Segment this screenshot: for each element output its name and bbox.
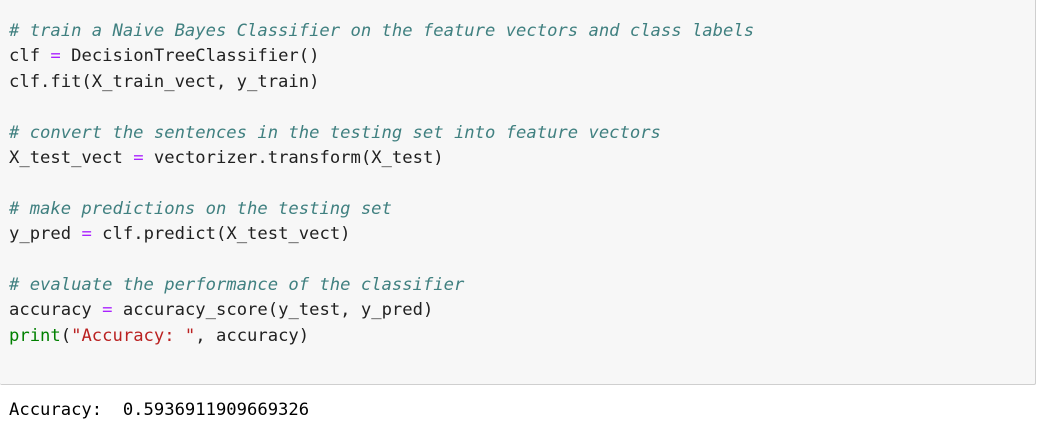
code-comment: # convert the sentences in the testing s…: [9, 122, 661, 143]
code-operator: =: [81, 224, 92, 245]
code-expression: clf.predict(X_test_vect): [102, 224, 351, 245]
code-paren: (: [60, 325, 72, 346]
code-editor[interactable]: # train a Naive Bayes Classifier on the …: [9, 19, 754, 349]
code-variable: X_test_vect: [9, 147, 123, 168]
code-args: , accuracy): [195, 325, 310, 346]
code-line: # make predictions on the testing set: [9, 197, 754, 222]
code-line: accuracy = accuracy_score(y_test, y_pred…: [9, 298, 754, 323]
code-line: print("Accuracy: ", accuracy): [9, 324, 754, 349]
code-string: "Accuracy: ": [71, 325, 196, 346]
code-operator: =: [102, 300, 113, 321]
code-expression: DecisionTreeClassifier(): [71, 46, 320, 67]
code-operator: =: [133, 147, 144, 168]
cell-output: Accuracy: 0.5936911909669326: [9, 398, 309, 423]
code-line: clf = DecisionTreeClassifier(): [9, 44, 754, 69]
code-comment: # train a Naive Bayes Classifier on the …: [9, 21, 755, 41]
code-line: clf.fit(X_train_vect, y_train): [9, 70, 754, 95]
code-line: X_test_vect = vectorizer.transform(X_tes…: [9, 146, 754, 171]
code-variable: clf: [9, 46, 41, 67]
code-comment: # make predictions on the testing set: [9, 198, 392, 219]
output-text: Accuracy: 0.5936911909669326: [9, 400, 310, 420]
code-expression: accuracy_score(y_test, y_pred): [122, 300, 434, 321]
code-line: # evaluate the performance of the classi…: [9, 273, 754, 298]
code-line: # convert the sentences in the testing s…: [9, 121, 754, 146]
code-variable: y_pred: [9, 224, 72, 245]
code-comment: # evaluate the performance of the classi…: [9, 274, 465, 295]
code-statement: clf.fit(X_train_vect, y_train): [9, 71, 320, 92]
code-builtin-print: print: [9, 325, 61, 346]
code-line: # train a Naive Bayes Classifier on the …: [9, 19, 754, 44]
code-expression: vectorizer.transform(X_test): [153, 147, 444, 168]
code-cell[interactable]: # train a Naive Bayes Classifier on the …: [0, 0, 1036, 385]
code-variable: accuracy: [9, 300, 92, 321]
code-operator: =: [50, 46, 61, 67]
code-line: y_pred = clf.predict(X_test_vect): [9, 222, 754, 247]
